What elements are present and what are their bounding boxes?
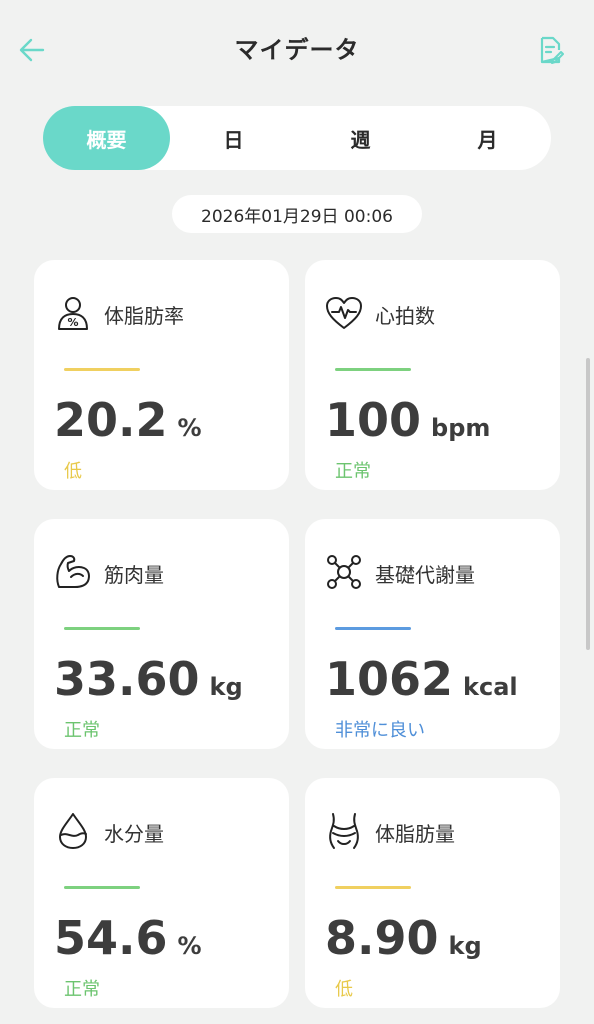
metric-value: 54.6 (54, 911, 168, 965)
metric-status-bar (64, 368, 140, 371)
metric-status: 低 (64, 461, 82, 482)
body-fat-percent-icon: % (52, 292, 94, 334)
metric-status: 低 (335, 979, 353, 1000)
metric-card-body-fat-mass[interactable]: 体脂肪量 8.90 kg 低 (305, 778, 560, 1008)
metric-value-row: 8.90 kg (325, 910, 482, 974)
report-button[interactable] (530, 30, 570, 70)
waist-icon (323, 810, 365, 852)
metric-status-bar (335, 368, 411, 371)
muscle-arm-icon (52, 551, 94, 593)
scrollbar[interactable] (586, 358, 590, 650)
svg-text:%: % (67, 316, 78, 329)
heart-rate-icon (323, 292, 365, 334)
metric-status-bar (64, 627, 140, 630)
metric-unit: % (177, 932, 202, 960)
metric-value: 33.60 (54, 652, 200, 706)
tab-day[interactable]: 日 (170, 106, 297, 170)
metric-label: 筋肉量 (104, 563, 164, 587)
metric-value-row: 33.60 kg (54, 651, 243, 715)
metric-label: 体脂肪量 (375, 822, 455, 846)
measurement-timestamp[interactable]: 2026年01月29日 00:06 (172, 195, 422, 233)
metric-card-body-fat-rate[interactable]: % 体脂肪率 20.2% 低 (34, 260, 289, 490)
metric-value-row: 100 bpm (325, 392, 490, 456)
period-tabs: 概要 日 週 月 (43, 106, 551, 170)
tab-month[interactable]: 月 (424, 106, 551, 170)
metric-card-basal-metabolism[interactable]: 基礎代謝量 1062 kcal 非常に良い (305, 519, 560, 749)
metric-value-row: 54.6% (54, 910, 202, 974)
metric-value: 100 (325, 393, 422, 447)
metric-label: 体脂肪率 (104, 304, 184, 328)
metric-value: 20.2 (54, 393, 168, 447)
metric-status-bar (335, 627, 411, 630)
metric-value: 8.90 (325, 911, 439, 965)
metric-unit: bpm (431, 414, 491, 442)
page-title: マイデータ (234, 36, 360, 64)
metric-status: 正常 (64, 720, 100, 741)
metric-label: 心拍数 (375, 304, 435, 328)
metric-status: 正常 (64, 979, 100, 1000)
metric-unit: kg (209, 673, 243, 701)
metric-unit: % (177, 414, 202, 442)
tab-overview[interactable]: 概要 (43, 106, 170, 170)
metric-label: 水分量 (104, 822, 164, 846)
metric-label: 基礎代謝量 (375, 563, 475, 587)
tab-week[interactable]: 週 (297, 106, 424, 170)
water-drop-icon (52, 810, 94, 852)
app-header: マイデータ (0, 0, 594, 96)
metric-status: 非常に良い (335, 720, 425, 741)
metric-status-bar (64, 886, 140, 889)
metric-status: 正常 (335, 461, 371, 482)
metric-status-bar (335, 886, 411, 889)
metric-value: 1062 (325, 652, 454, 706)
metric-unit: kg (448, 932, 482, 960)
metabolism-molecule-icon (323, 551, 365, 593)
metric-card-heart-rate[interactable]: 心拍数 100 bpm 正常 (305, 260, 560, 490)
metric-value-row: 1062 kcal (325, 651, 518, 715)
metric-unit: kcal (463, 673, 518, 701)
metric-value-row: 20.2% (54, 392, 202, 456)
metric-card-muscle-mass[interactable]: 筋肉量 33.60 kg 正常 (34, 519, 289, 749)
edit-document-icon (540, 36, 564, 64)
metric-card-water-content[interactable]: 水分量 54.6% 正常 (34, 778, 289, 1008)
